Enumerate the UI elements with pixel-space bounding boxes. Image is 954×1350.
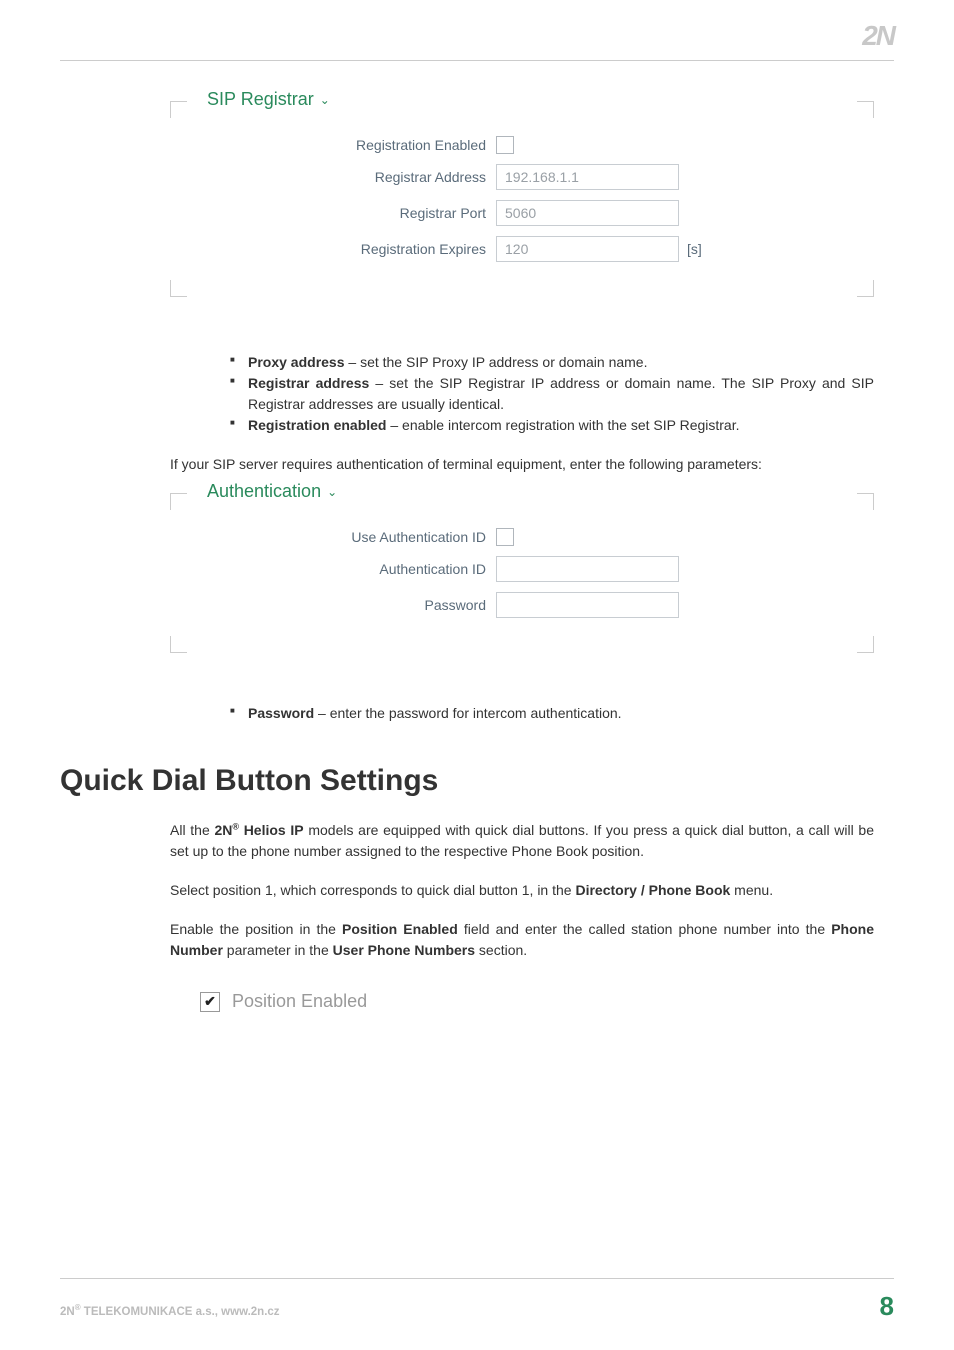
use-auth-id-label: Use Authentication ID: [171, 529, 496, 545]
registration-enabled-checkbox[interactable]: [496, 136, 514, 154]
bullet-text: – enable intercom registration with the …: [386, 417, 739, 433]
registration-expires-input[interactable]: [496, 236, 679, 262]
registrar-port-label: Registrar Port: [171, 205, 496, 221]
text: parameter in the: [223, 942, 333, 958]
page-number: 8: [880, 1291, 894, 1322]
authentication-legend[interactable]: Authentication ⌄: [199, 481, 345, 502]
quick-dial-heading: Quick Dial Button Settings: [60, 764, 874, 798]
bullet-text: – enter the password for intercom authen…: [314, 705, 621, 721]
bold-text: Password: [248, 705, 314, 721]
registration-expires-row: Registration Expires [s]: [171, 236, 848, 262]
password-label: Password: [171, 597, 496, 613]
bold-text: Position Enabled: [342, 921, 458, 937]
authentication-fieldset: Authentication ⌄ Use Authentication ID A…: [170, 493, 874, 653]
text: All the: [170, 822, 214, 838]
auth-id-input[interactable]: [496, 556, 679, 582]
position-enabled-row: ✔ Position Enabled: [200, 991, 874, 1012]
bold-text: Registrar address: [248, 375, 369, 391]
sip-registrar-title: SIP Registrar: [207, 89, 314, 110]
chevron-down-icon: ⌄: [327, 485, 337, 499]
bullet-proxy-address: Proxy address – set the SIP Proxy IP add…: [230, 352, 874, 373]
bold-text: Helios IP: [239, 822, 304, 838]
page-header: 2N: [60, 20, 894, 61]
footer-text: TELEKOMUNIKACE a.s., www.2n.cz: [81, 1306, 280, 1318]
registration-expires-unit: [s]: [687, 241, 702, 257]
text: Enable the position in the: [170, 921, 342, 937]
bullet-text: – set the SIP Proxy IP address or domain…: [345, 354, 648, 370]
sip-registrar-legend[interactable]: SIP Registrar ⌄: [199, 89, 338, 110]
auth-id-row: Authentication ID: [171, 556, 848, 582]
bullets-group-2: Password – enter the password for interc…: [170, 703, 874, 724]
bullet-registrar-address: Registrar address – set the SIP Registra…: [230, 373, 874, 415]
footer-text: 2N: [60, 1306, 75, 1318]
registrar-address-input[interactable]: [496, 164, 679, 190]
text: section.: [475, 942, 527, 958]
password-input[interactable]: [496, 592, 679, 618]
auth-id-label: Authentication ID: [171, 561, 496, 577]
bold-text: 2N: [214, 822, 232, 838]
registrar-port-input[interactable]: [496, 200, 679, 226]
registration-enabled-row: Registration Enabled: [171, 136, 848, 154]
bold-text: Proxy address: [248, 354, 345, 370]
authentication-title: Authentication: [207, 481, 321, 502]
position-enabled-checkbox[interactable]: ✔: [200, 992, 220, 1012]
auth-intro-paragraph: If your SIP server requires authenticati…: [170, 454, 874, 475]
use-auth-id-row: Use Authentication ID: [171, 528, 848, 546]
bold-text: Directory / Phone Book: [575, 882, 730, 898]
text: menu.: [730, 882, 773, 898]
chevron-down-icon: ⌄: [320, 93, 330, 107]
sip-registrar-fieldset: SIP Registrar ⌄ Registration Enabled Reg…: [170, 101, 874, 297]
logo-2n: 2N: [862, 20, 894, 52]
quick-dial-p2: Select position 1, which corresponds to …: [170, 880, 874, 901]
registration-expires-label: Registration Expires: [171, 241, 496, 257]
footer-company: 2N® TELEKOMUNIKACE a.s., www.2n.cz: [60, 1303, 280, 1318]
position-enabled-label: Position Enabled: [232, 991, 367, 1012]
bold-text: Registration enabled: [248, 417, 386, 433]
text: Select position 1, which corresponds to …: [170, 882, 575, 898]
page-footer: 2N® TELEKOMUNIKACE a.s., www.2n.cz 8: [60, 1278, 894, 1322]
use-auth-id-checkbox[interactable]: [496, 528, 514, 546]
quick-dial-p1: All the 2N® Helios IP models are equippe…: [170, 820, 874, 862]
registrar-address-label: Registrar Address: [171, 169, 496, 185]
registrar-port-row: Registrar Port: [171, 200, 848, 226]
text: field and enter the called station phone…: [458, 921, 831, 937]
bold-text: User Phone Numbers: [333, 942, 475, 958]
password-row: Password: [171, 592, 848, 618]
bullet-registration-enabled: Registration enabled – enable intercom r…: [230, 415, 874, 436]
registrar-address-row: Registrar Address: [171, 164, 848, 190]
bullets-group-1: Proxy address – set the SIP Proxy IP add…: [170, 352, 874, 436]
bullet-password: Password – enter the password for interc…: [230, 703, 874, 724]
quick-dial-p3: Enable the position in the Position Enab…: [170, 919, 874, 961]
registered-symbol: ®: [232, 821, 239, 831]
registration-enabled-label: Registration Enabled: [171, 137, 496, 153]
